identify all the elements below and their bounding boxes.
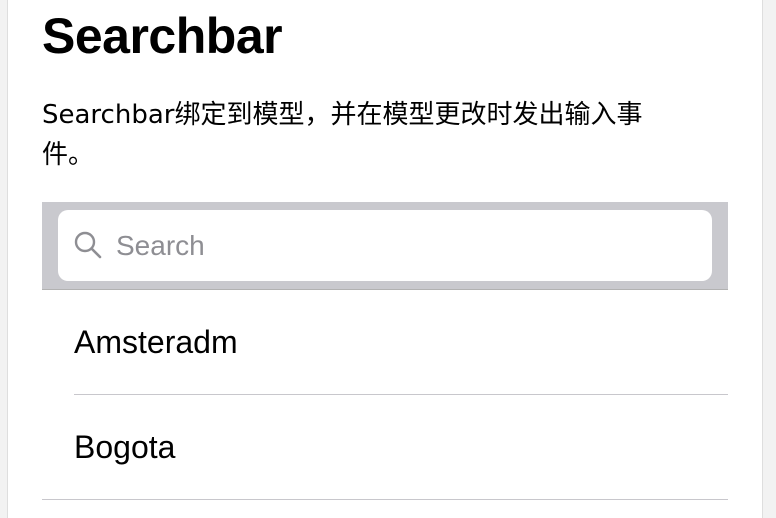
city-list: Amsteradm Bogota — [42, 290, 728, 500]
page-title: Searchbar — [42, 8, 283, 64]
search-field[interactable] — [58, 210, 712, 281]
search-icon — [74, 231, 102, 259]
list-item-label: Bogota — [74, 429, 176, 465]
left-frame-edge — [0, 0, 8, 518]
page: Searchbar Searchbar绑定到模型，并在模型更改时发出输入事件。 … — [0, 0, 776, 518]
searchbar — [42, 202, 728, 290]
list-item[interactable]: Amsteradm — [42, 290, 728, 395]
right-scrollbar-track[interactable] — [762, 0, 776, 518]
content-area: Searchbar Searchbar绑定到模型，并在模型更改时发出输入事件。 … — [42, 0, 728, 518]
search-input[interactable] — [116, 210, 696, 281]
list-item-label: Amsteradm — [74, 324, 238, 360]
page-description: Searchbar绑定到模型，并在模型更改时发出输入事件。 — [42, 100, 643, 170]
list-item[interactable]: Bogota — [42, 395, 728, 500]
